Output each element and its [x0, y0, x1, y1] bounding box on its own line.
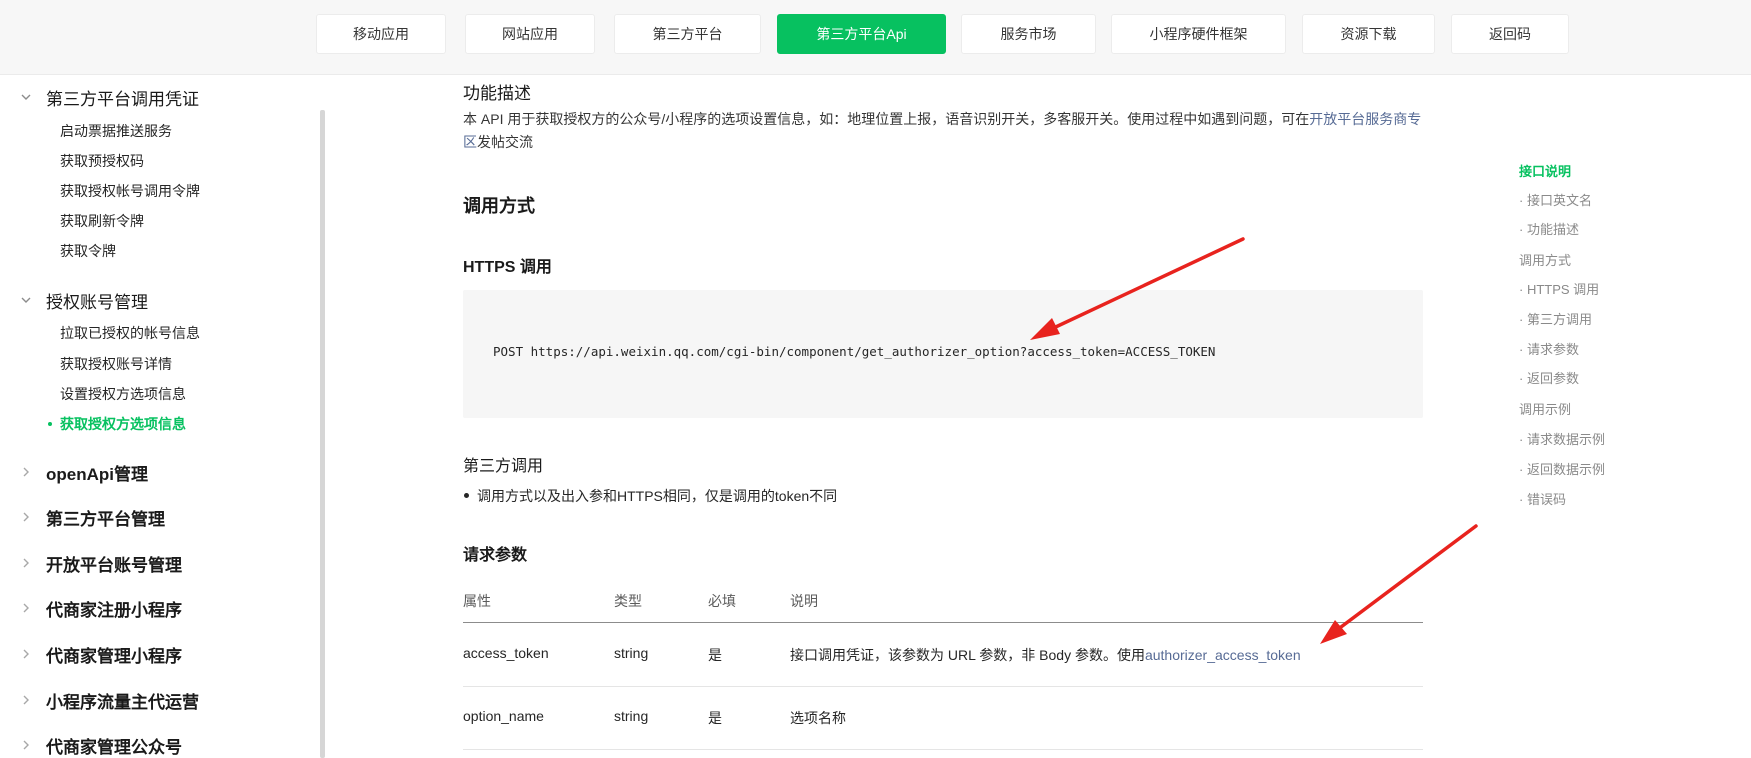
active-dot-icon — [48, 422, 52, 426]
sidebar-group-label: 授权账号管理 — [46, 292, 148, 312]
sidebar-item-get-token[interactable]: 获取令牌 — [60, 241, 116, 261]
function-description-text: 本 API 用于获取授权方的公众号/小程序的选项设置信息，如：地理位置上报，语音… — [463, 108, 1423, 154]
params-header-attribute: 属性 — [463, 593, 491, 609]
sidebar-group-label: 代商家管理小程序 — [46, 646, 182, 666]
toc-item-api-english-name[interactable]: · 接口英文名 — [1519, 190, 1592, 209]
page: 移动应用 网站应用 第三方平台 第三方平台Api 服务市场 小程序硬件框架 资源… — [0, 0, 1751, 758]
chevron-right-icon — [20, 648, 46, 660]
param-required: 是 — [708, 710, 722, 726]
params-header-description: 说明 — [790, 593, 818, 609]
authorizer-access-token-link[interactable]: authorizer_access_token — [1145, 647, 1301, 663]
sidebar-group-label: 第三方平台调用凭证 — [46, 89, 199, 109]
param-type: string — [614, 645, 649, 661]
params-header-required: 必填 — [708, 593, 736, 609]
toc-item-call-example[interactable]: 调用示例 — [1519, 399, 1571, 418]
third-party-call-note: 调用方式以及出入参和HTTPS相同，仅是调用的token不同 — [463, 488, 838, 504]
tab-third-party-api[interactable]: 第三方平台Api — [777, 14, 946, 54]
sidebar-group-label: 开放平台账号管理 — [46, 555, 182, 575]
tab-mobile-app[interactable]: 移动应用 — [316, 14, 446, 54]
sidebar-group-traffic-operation[interactable]: 小程序流量主代运营 — [20, 687, 199, 713]
function-description-heading: 功能描述 — [463, 84, 531, 103]
tab-website-app[interactable]: 网站应用 — [465, 14, 595, 54]
toc-item-function-description[interactable]: · 功能描述 — [1519, 219, 1579, 238]
sidebar-group-label: 小程序流量主代运营 — [46, 692, 199, 712]
request-params-heading: 请求参数 — [463, 547, 528, 564]
param-name: access_token — [463, 645, 549, 661]
top-nav: 移动应用 网站应用 第三方平台 第三方平台Api 服务市场 小程序硬件框架 资源… — [0, 0, 1751, 75]
sidebar-group-platform-manage[interactable]: 第三方平台管理 — [20, 504, 165, 530]
sidebar-group-label: 代商家注册小程序 — [46, 600, 182, 620]
chevron-down-icon — [20, 294, 46, 306]
tab-return-code[interactable]: 返回码 — [1451, 14, 1569, 54]
param-description-text: 接口调用凭证，该参数为 URL 参数，非 Body 参数。使用 — [790, 647, 1145, 663]
chevron-right-icon — [20, 739, 46, 751]
tab-service-market[interactable]: 服务市场 — [961, 14, 1096, 54]
sidebar-group-manage-official-account[interactable]: 代商家管理公众号 — [20, 732, 182, 758]
sidebar-group-openapi[interactable]: openApi管理 — [20, 459, 148, 485]
toc-item-third-party-call[interactable]: · 第三方调用 — [1519, 309, 1592, 328]
sidebar-group-label: 代商家管理公众号 — [46, 737, 182, 757]
param-type: string — [614, 708, 649, 724]
sidebar-item-label: 获取授权方选项信息 — [60, 416, 186, 432]
sidebar-item-preauth-code[interactable]: 获取预授权码 — [60, 151, 144, 171]
sidebar-group-register-miniprogram[interactable]: 代商家注册小程序 — [20, 595, 182, 621]
sidebar-scrollbar[interactable] — [320, 110, 325, 758]
description-tail: 发帖交流 — [477, 134, 533, 150]
sidebar-item-authorizer-token[interactable]: 获取授权帐号调用令牌 — [60, 181, 200, 201]
https-code-block: POST https://api.weixin.qq.com/cgi-bin/c… — [463, 290, 1423, 418]
chevron-right-icon — [20, 466, 46, 478]
param-description: 选项名称 — [790, 710, 846, 726]
sidebar-group-authorized-accounts[interactable]: 授权账号管理 — [20, 287, 148, 313]
sidebar-group-label: 第三方平台管理 — [46, 509, 165, 529]
https-request-url: POST https://api.weixin.qq.com/cgi-bin/c… — [493, 344, 1216, 359]
sidebar-item-set-authorizer-option[interactable]: 设置授权方选项信息 — [60, 384, 186, 404]
toc-item-call-method[interactable]: 调用方式 — [1519, 250, 1571, 269]
params-header-divider — [463, 622, 1423, 623]
chevron-right-icon — [20, 602, 46, 614]
tab-resource-download[interactable]: 资源下载 — [1302, 14, 1435, 54]
toc-item-api-description[interactable]: 接口说明 — [1519, 161, 1571, 180]
tab-third-party-platform[interactable]: 第三方平台 — [614, 14, 761, 54]
https-call-heading: HTTPS 调用 — [463, 259, 552, 276]
toc-item-response-example[interactable]: · 返回数据示例 — [1519, 459, 1605, 478]
sidebar-item-start-ticket-push[interactable]: 启动票据推送服务 — [60, 121, 172, 141]
sidebar-group-credentials[interactable]: 第三方平台调用凭证 — [20, 84, 199, 110]
chevron-right-icon — [20, 511, 46, 523]
call-method-heading: 调用方式 — [463, 196, 535, 216]
param-name: option_name — [463, 708, 544, 724]
params-header-type: 类型 — [614, 593, 642, 609]
sidebar-group-manage-miniprogram[interactable]: 代商家管理小程序 — [20, 641, 182, 667]
sidebar-item-refresh-token[interactable]: 获取刷新令牌 — [60, 211, 144, 231]
chevron-right-icon — [20, 557, 46, 569]
row-divider — [463, 686, 1423, 687]
sidebar-group-label: openApi管理 — [46, 464, 148, 484]
chevron-down-icon — [20, 91, 46, 103]
sidebar-group-open-account[interactable]: 开放平台账号管理 — [20, 550, 182, 576]
sidebar-item-get-authorizer-option[interactable]: 获取授权方选项信息 — [48, 414, 186, 434]
toc-item-https-call[interactable]: · HTTPS 调用 — [1519, 279, 1599, 298]
param-required: 是 — [708, 647, 722, 663]
description-text: 本 API 用于获取授权方的公众号/小程序的选项设置信息，如：地理位置上报，语音… — [463, 111, 1310, 127]
toc-item-error-code[interactable]: · 错误码 — [1519, 489, 1566, 508]
tab-miniprogram-hardware[interactable]: 小程序硬件框架 — [1111, 14, 1286, 54]
third-party-call-heading: 第三方调用 — [463, 458, 544, 475]
sidebar-item-list-authorized[interactable]: 拉取已授权的帐号信息 — [60, 323, 200, 343]
toc-item-response-params[interactable]: · 返回参数 — [1519, 368, 1579, 387]
chevron-right-icon — [20, 694, 46, 706]
toc-item-request-params[interactable]: · 请求参数 — [1519, 339, 1579, 358]
row-divider — [463, 749, 1423, 750]
sidebar-item-authorizer-detail[interactable]: 获取授权账号详情 — [60, 354, 172, 374]
toc-item-request-example[interactable]: · 请求数据示例 — [1519, 429, 1605, 448]
param-description: 接口调用凭证，该参数为 URL 参数，非 Body 参数。使用authorize… — [790, 645, 1301, 665]
